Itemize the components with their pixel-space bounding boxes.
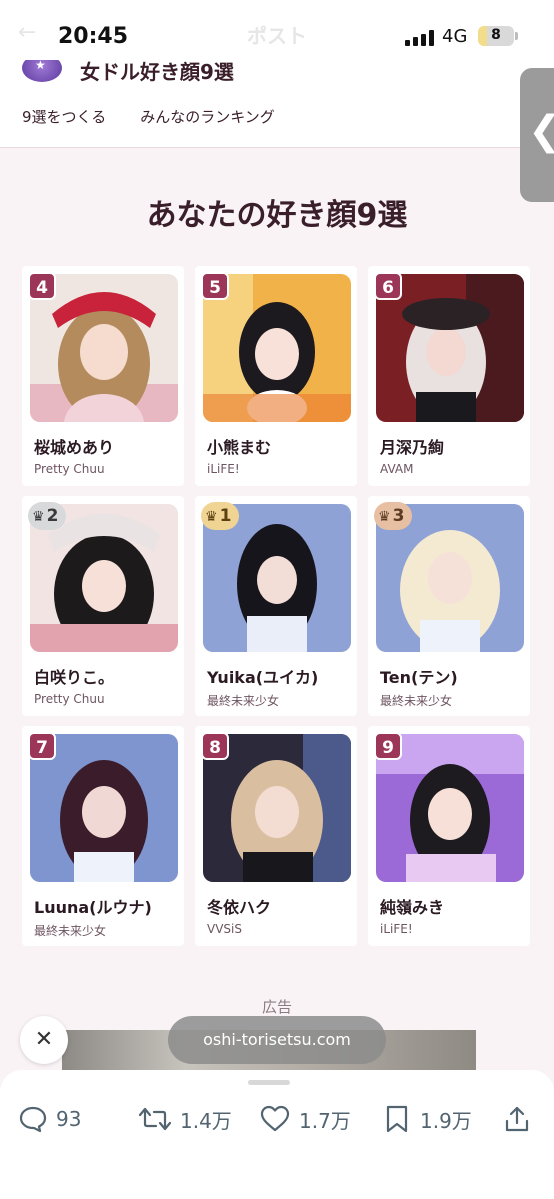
close-icon[interactable]: ✕	[20, 1016, 68, 1064]
idol-group: 最終未来少女	[34, 924, 107, 938]
idol-name: 小熊まむ	[207, 438, 272, 457]
reply-count: 93	[56, 1107, 82, 1131]
idol-group: Pretty Chuu	[34, 692, 105, 706]
idol-group: iLiFE!	[207, 462, 240, 476]
idol-card[interactable]: 9 純嶺みき iLiFE!	[368, 726, 530, 946]
rank-badge: 6	[374, 272, 402, 300]
sheet-grabber[interactable]	[248, 1080, 290, 1085]
repost-icon	[138, 1107, 172, 1131]
page-title: あなたの好き顔9選	[146, 198, 408, 233]
idol-group: AVAM	[380, 462, 414, 476]
like-button[interactable]: 1.7万	[259, 1104, 351, 1134]
idol-group: Pretty Chuu	[34, 462, 105, 476]
signal-icon	[405, 30, 435, 46]
idol-name: 純嶺みき	[380, 898, 445, 917]
idol-group: iLiFE!	[380, 922, 413, 936]
idol-card[interactable]: 8 冬依ハク VVSiS	[195, 726, 357, 946]
idol-card[interactable]: 4 桜城めあり Pretty Chuu	[22, 266, 184, 486]
crown-icon: ♛	[378, 509, 391, 525]
idol-name: Luuna(ルウナ)	[34, 898, 152, 917]
rank-badge-silver: ♛ 2	[28, 502, 67, 530]
post-action-bar: 93 1.4万 1.7万 1.9万	[0, 1070, 554, 1199]
url-pill[interactable]: oshi-torisetsu.com	[168, 1016, 386, 1064]
crown-icon: ♛	[205, 509, 218, 525]
idol-card[interactable]: ♛ 3 Ten(テン) 最終未来少女	[368, 496, 530, 716]
reply-icon	[19, 1106, 47, 1133]
chevron-left-icon: ❮	[528, 108, 554, 154]
rank-badge: 7	[28, 732, 56, 760]
idol-card[interactable]: 7 Luuna(ルウナ) 最終未来少女	[22, 726, 184, 946]
share-icon	[505, 1106, 529, 1132]
idol-card[interactable]: ♛ 2 白咲りこ。 Pretty Chuu	[22, 496, 184, 716]
rank-badge-gold: ♛ 1	[201, 502, 240, 530]
site-nav: 9選をつくる みんなのランキング	[22, 106, 275, 127]
rank-badge: 9	[374, 732, 402, 760]
idol-name: 月深乃絢	[380, 438, 445, 457]
rank-badge: 4	[28, 272, 56, 300]
idol-card[interactable]: 6 月深乃絢 AVAM	[368, 266, 530, 486]
idol-name: Ten(テン)	[380, 668, 458, 687]
bookmark-button[interactable]: 1.9万	[382, 1104, 472, 1134]
site-logo-icon	[22, 60, 62, 82]
idol-group: VVSiS	[207, 922, 242, 936]
battery-icon: 8	[478, 26, 514, 46]
nav-create-nine[interactable]: 9選をつくる	[22, 106, 106, 127]
like-count: 1.7万	[299, 1108, 351, 1133]
network-type: 4G	[442, 26, 468, 47]
site-header: 女ドル好き顔9選 9選をつくる みんなのランキング	[0, 56, 554, 148]
screen: ← ポスト 20:45 4G 8 女ドル好き顔9選 9選をつくる みんなのランキ…	[0, 0, 554, 1199]
battery-tip	[515, 32, 518, 40]
idol-group: 最終未来少女	[207, 694, 280, 708]
heart-icon	[260, 1105, 290, 1132]
rank-badge: 8	[201, 732, 229, 760]
idol-name: 白咲りこ。	[34, 668, 115, 687]
reply-button[interactable]: 93	[18, 1104, 81, 1134]
side-panel-handle[interactable]: ❮	[520, 68, 554, 202]
battery-level: 8	[491, 27, 501, 43]
idol-group: 最終未来少女	[380, 694, 453, 708]
rank-badge: 5	[201, 272, 229, 300]
share-button[interactable]	[502, 1104, 540, 1134]
repost-button[interactable]: 1.4万	[138, 1104, 232, 1134]
ad-label: 広告	[261, 998, 292, 1016]
idol-name: 桜城めあり	[34, 438, 115, 457]
bookmark-count: 1.9万	[420, 1108, 472, 1133]
bookmark-icon	[386, 1105, 408, 1133]
idol-name: Yuika(ユイカ)	[207, 668, 319, 687]
idol-card[interactable]: 5 小熊まむ iLiFE!	[195, 266, 357, 486]
idol-card[interactable]: ♛ 1 Yuika(ユイカ) 最終未来少女	[195, 496, 357, 716]
idol-name: 冬依ハク	[207, 898, 272, 917]
site-title: 女ドル好き顔9選	[80, 60, 234, 84]
nav-ranking[interactable]: みんなのランキング	[140, 106, 275, 127]
repost-count: 1.4万	[180, 1108, 232, 1133]
status-time: 20:45	[58, 24, 129, 49]
rank-badge-bronze: ♛ 3	[374, 502, 413, 530]
site-title-row[interactable]: 女ドル好き顔9選	[22, 60, 342, 84]
crown-icon: ♛	[32, 509, 45, 525]
